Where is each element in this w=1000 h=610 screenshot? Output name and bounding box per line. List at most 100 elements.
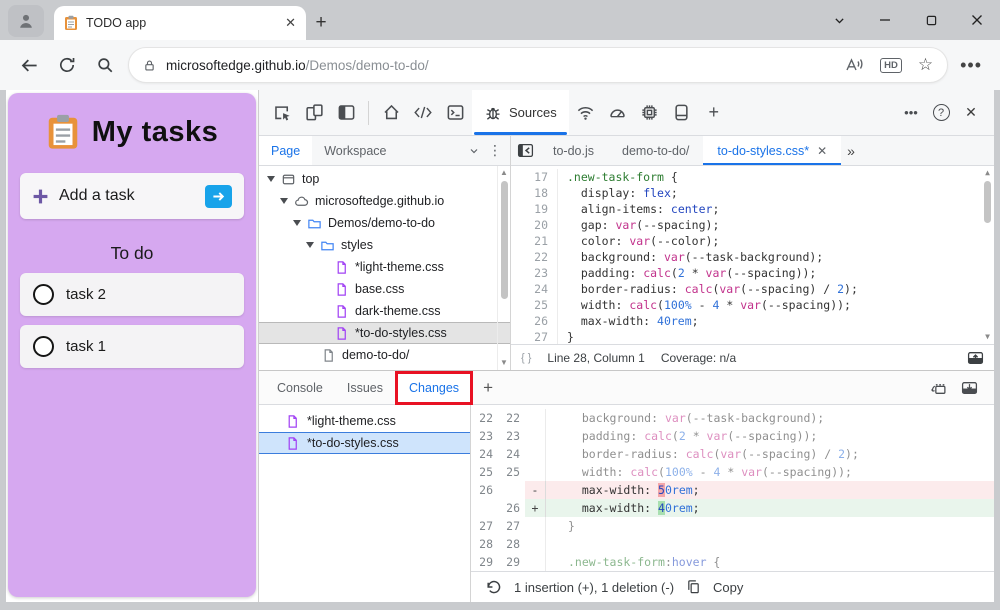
tab-changes[interactable]: Changes (409, 381, 459, 395)
collapse-drawer-icon[interactable] (961, 380, 978, 396)
move-activity-bar-icon[interactable] (930, 380, 947, 396)
add-task-input[interactable]: Add a task (20, 173, 244, 219)
tab-workspace[interactable]: Workspace (312, 136, 398, 165)
read-aloud-icon[interactable] (845, 57, 864, 73)
tree-scrollbar[interactable]: ▲ ▼ (497, 166, 510, 370)
task-item[interactable]: task 1 (20, 325, 244, 368)
line-number[interactable]: 20 (511, 217, 557, 233)
code-line[interactable]: 26 max-width: 40rem; (511, 313, 994, 329)
hd-badge[interactable]: HD (880, 58, 902, 73)
tab-page[interactable]: Page (259, 136, 312, 165)
line-number[interactable]: 27 (511, 329, 557, 344)
expander-icon[interactable] (293, 220, 301, 226)
task-item[interactable]: task 2 (20, 273, 244, 316)
tab-close-icon[interactable]: ✕ (285, 15, 296, 31)
code-line[interactable]: 17.new-task-form { (511, 169, 994, 185)
expander-icon[interactable] (306, 242, 314, 248)
line-number[interactable]: 26 (511, 313, 557, 329)
minimize-button[interactable] (862, 0, 908, 40)
address-bar[interactable]: microsoftedge.github.io/Demos/demo-to-do… (128, 47, 948, 83)
line-number[interactable]: 17 (511, 169, 557, 185)
tree-item-demos-demo-to-do[interactable]: Demos/demo-to-do (259, 212, 510, 234)
tree-item-top[interactable]: top (259, 168, 510, 190)
line-number[interactable]: 24 (511, 281, 557, 297)
tree-item-dark-theme-css[interactable]: dark-theme.css (259, 300, 510, 322)
browser-menu-button[interactable]: ••• (956, 55, 986, 76)
toggle-drawer-icon[interactable] (967, 351, 984, 365)
customize-devtools-icon[interactable]: ••• (896, 98, 926, 128)
tree-item-base-css[interactable]: base.css (259, 278, 510, 300)
tree-item--light-theme-css[interactable]: *light-theme.css (259, 256, 510, 278)
application-storage-icon[interactable] (667, 98, 697, 128)
code-line[interactable]: 25 width: calc(100% - 4 * var(--spacing)… (511, 297, 994, 313)
code-line[interactable]: 23 padding: calc(2 * var(--spacing)); (511, 265, 994, 281)
tab-list-chevron-icon[interactable] (816, 0, 862, 40)
file-tree: topmicrosoftedge.github.ioDemos/demo-to-… (259, 166, 510, 370)
chevron-down-icon[interactable] (468, 145, 480, 157)
new-tab-button[interactable]: + (306, 6, 336, 40)
code-line[interactable]: 27} (511, 329, 994, 344)
task-checkbox[interactable] (33, 336, 54, 357)
line-number[interactable]: 18 (511, 185, 557, 201)
activity-bar-layout-icon[interactable] (331, 98, 361, 128)
elements-code-icon[interactable] (408, 98, 438, 128)
more-tools-plus-icon[interactable]: + (699, 98, 729, 128)
tree-item-microsoftedge-github-io[interactable]: microsoftedge.github.io (259, 190, 510, 212)
refresh-button[interactable] (52, 50, 82, 80)
performance-icon[interactable] (603, 98, 633, 128)
browser-tab[interactable]: TODO app ✕ (54, 6, 306, 40)
network-icon[interactable] (571, 98, 601, 128)
help-icon[interactable]: ? (926, 98, 956, 128)
editor-scrollbar[interactable]: ▲ ▼ (981, 166, 994, 344)
pretty-print-icon[interactable]: { } (521, 352, 531, 364)
expander-icon[interactable] (267, 176, 275, 182)
expander-icon[interactable] (280, 198, 288, 204)
revert-icon[interactable] (485, 579, 502, 596)
line-number[interactable]: 23 (511, 265, 557, 281)
code-line[interactable]: 19 align-items: center; (511, 201, 994, 217)
editor-tab-to-do-styles[interactable]: to-do-styles.css* ✕ (703, 136, 841, 165)
favorite-star-icon[interactable]: ☆ (918, 55, 933, 75)
code-line[interactable]: 18 display: flex; (511, 185, 994, 201)
line-number[interactable]: 25 (511, 297, 557, 313)
submit-task-button[interactable] (205, 185, 232, 208)
console-icon[interactable] (440, 98, 470, 128)
code-editor[interactable]: 17.new-task-form {18 display: flex;19 al… (511, 166, 994, 344)
editor-tab-demo-to-do[interactable]: demo-to-do/ (608, 136, 703, 165)
copy-label[interactable]: Copy (713, 580, 743, 595)
tab-sources[interactable]: Sources (472, 90, 569, 135)
profile-avatar[interactable] (8, 5, 44, 37)
editor-tab-to-do-js[interactable]: to-do.js (539, 136, 608, 165)
code-line[interactable]: 21 color: var(--color); (511, 233, 994, 249)
devtools-right-controls: ••• ? ✕ (896, 98, 986, 128)
welcome-home-icon[interactable] (376, 98, 406, 128)
inspect-element-icon[interactable] (267, 98, 297, 128)
search-icon[interactable] (90, 50, 120, 80)
close-window-button[interactable] (954, 0, 1000, 40)
tree-item-demo-to-do-[interactable]: demo-to-do/ (259, 344, 510, 366)
maximize-button[interactable] (908, 0, 954, 40)
close-editor-tab-icon[interactable]: ✕ (817, 144, 827, 158)
navigator-more-icon[interactable]: ⋮ (480, 142, 510, 159)
device-emulation-icon[interactable] (299, 98, 329, 128)
code-line[interactable]: 24 border-radius: calc(var(--spacing) / … (511, 281, 994, 297)
tree-item-styles[interactable]: styles (259, 234, 510, 256)
line-number[interactable]: 21 (511, 233, 557, 249)
line-number[interactable]: 19 (511, 201, 557, 217)
changed-file--light-theme-css[interactable]: *light-theme.css (259, 410, 470, 432)
tab-overflow-icon[interactable]: » (847, 143, 855, 159)
close-devtools-icon[interactable]: ✕ (956, 98, 986, 128)
tab-issues[interactable]: Issues (335, 371, 395, 404)
task-checkbox[interactable] (33, 284, 54, 305)
code-line[interactable]: 22 background: var(--task-background); (511, 249, 994, 265)
code-line[interactable]: 20 gap: var(--spacing); (511, 217, 994, 233)
line-number[interactable]: 22 (511, 249, 557, 265)
tree-item--to-do-styles-css[interactable]: *to-do-styles.css (259, 322, 510, 344)
memory-icon[interactable] (635, 98, 665, 128)
changed-file--to-do-styles-css[interactable]: *to-do-styles.css (259, 432, 470, 454)
back-button[interactable] (14, 50, 44, 80)
toggle-navigator-icon[interactable] (511, 136, 539, 166)
tab-console[interactable]: Console (265, 371, 335, 404)
copy-icon[interactable] (686, 579, 701, 595)
add-drawer-tool-icon[interactable]: + (473, 378, 503, 398)
